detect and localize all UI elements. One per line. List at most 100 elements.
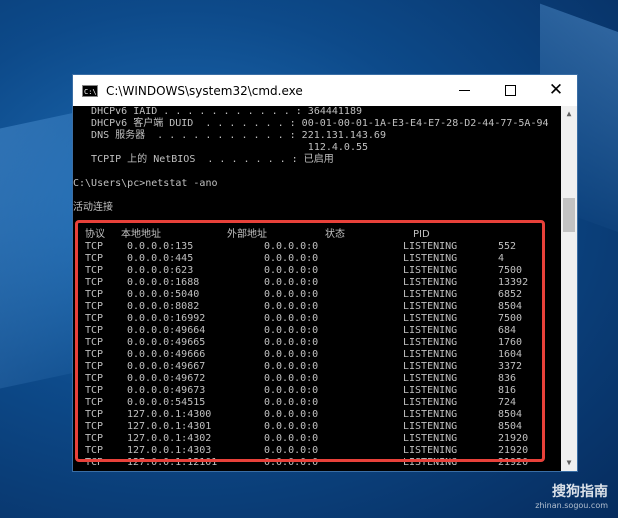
scroll-up-icon[interactable]: ▲ [561,106,577,122]
cell-state: LISTENING [403,277,458,288]
close-button[interactable]: ✕ [533,75,577,106]
cell-local: 0.0.0.0:49666 [127,349,206,360]
cell-pid: 1760 [498,337,523,348]
cell-proto: TCP [85,349,104,360]
cell-foreign: 0.0.0.0:0 [264,397,319,408]
console-line: C:\Users\pc>netstat -ano [73,178,218,189]
cell-local: 127.0.0.1:12101 [127,457,218,468]
cell-state: LISTENING [403,385,458,396]
close-icon: ✕ [548,80,564,100]
table-header-foreign: 外部地址 [227,229,267,240]
cell-pid: 7500 [498,313,523,324]
minimize-icon [458,90,470,91]
cell-proto: TCP [85,325,104,336]
cell-pid: 21920 [498,445,529,456]
cell-foreign: 0.0.0.0:0 [264,277,319,288]
cell-state: LISTENING [403,457,458,468]
cell-proto: TCP [85,421,104,432]
vertical-scrollbar[interactable]: ▲ ▼ [561,106,577,471]
cell-pid: 8504 [498,409,523,420]
cell-state: LISTENING [403,325,458,336]
watermark: 搜狗指南 zhinan.sogou.com [535,481,608,510]
console-line: DNS 服务器 . . . . . . . . . . . : 221.131.… [73,130,386,141]
cell-state: LISTENING [403,253,458,264]
cell-local: 0.0.0.0:49664 [127,325,206,336]
minimize-button[interactable] [441,75,487,106]
cell-state: LISTENING [403,241,458,252]
cell-foreign: 0.0.0.0:0 [264,349,319,360]
cell-proto: TCP [85,457,104,468]
cell-local: 0.0.0.0:16992 [127,313,206,324]
cell-pid: 836 [498,373,517,384]
table-header-pid: PID [413,229,430,240]
cell-foreign: 0.0.0.0:0 [264,301,319,312]
cell-proto: TCP [85,397,104,408]
console-line: 112.4.0.55 [73,142,369,153]
watermark-brand: 搜狗指南 [552,484,608,500]
cell-proto: TCP [85,385,104,396]
cell-state: LISTENING [403,433,458,444]
cell-state: LISTENING [403,289,458,300]
cell-foreign: 0.0.0.0:0 [264,253,319,264]
cell-foreign: 0.0.0.0:0 [264,337,319,348]
cell-pid: 816 [498,385,517,396]
cell-local: 127.0.0.1:4301 [127,421,212,432]
cell-pid: 684 [498,325,517,336]
cell-foreign: 0.0.0.0:0 [264,313,319,324]
cell-proto: TCP [85,409,104,420]
cell-local: 0.0.0.0:445 [127,253,194,264]
cell-pid: 6852 [498,289,523,300]
cell-state: LISTENING [403,421,458,432]
cell-pid: 552 [498,241,517,252]
maximize-button[interactable] [487,75,533,106]
cell-foreign: 0.0.0.0:0 [264,241,319,252]
console-line: DHCPv6 客户端 DUID . . . . . . . : 00-01-00… [73,118,549,129]
cell-pid: 7500 [498,265,523,276]
cell-proto: TCP [85,241,104,252]
cell-foreign: 0.0.0.0:0 [264,325,319,336]
cell-local: 0.0.0.0:623 [127,265,194,276]
console-line: TCPIP 上的 NetBIOS . . . . . . . : 已启用 [73,154,334,165]
console-line: 活动连接 [73,202,113,213]
table-header-local: 本地地址 [121,229,161,240]
console-output[interactable]: DHCPv6 IAID . . . . . . . . . . . : 3644… [73,106,563,471]
cell-local: 127.0.0.1:4302 [127,433,212,444]
cell-state: LISTENING [403,373,458,384]
scroll-down-icon[interactable]: ▼ [561,455,577,471]
cell-pid: 1604 [498,349,523,360]
cell-foreign: 0.0.0.0:0 [264,445,319,456]
cell-pid: 4 [498,253,505,264]
title-bar[interactable]: C:\ C:\WINDOWS\system32\cmd.exe ✕ [73,75,577,106]
cell-local: 0.0.0.0:49665 [127,337,206,348]
cell-state: LISTENING [403,313,458,324]
cell-proto: TCP [85,445,104,456]
scroll-thumb[interactable] [563,198,575,232]
cell-foreign: 0.0.0.0:0 [264,385,319,396]
cell-proto: TCP [85,265,104,276]
cell-local: 0.0.0.0:49672 [127,373,206,384]
window-title: C:\WINDOWS\system32\cmd.exe [106,83,303,98]
cell-local: 0.0.0.0:5040 [127,289,200,300]
cell-pid: 21920 [498,433,529,444]
cmd-window[interactable]: C:\ C:\WINDOWS\system32\cmd.exe ✕ DHCPv6… [72,74,578,472]
cell-local: 0.0.0.0:49673 [127,385,206,396]
cell-local: 127.0.0.1:4303 [127,445,212,456]
cell-proto: TCP [85,373,104,384]
cell-foreign: 0.0.0.0:0 [264,361,319,372]
cell-proto: TCP [85,253,104,264]
watermark-url: zhinan.sogou.com [535,501,608,510]
maximize-icon [504,85,516,96]
cell-local: 0.0.0.0:49667 [127,361,206,372]
cell-foreign: 0.0.0.0:0 [264,289,319,300]
cell-pid: 724 [498,397,517,408]
cell-pid: 13392 [498,277,529,288]
cell-local: 0.0.0.0:54515 [127,397,206,408]
cell-local: 0.0.0.0:1688 [127,277,200,288]
table-header-proto: 协议 [85,229,105,240]
console-line: DHCPv6 IAID . . . . . . . . . . . : 3644… [73,106,362,117]
cell-pid: 8504 [498,421,523,432]
cell-proto: TCP [85,337,104,348]
cell-foreign: 0.0.0.0:0 [264,421,319,432]
cell-pid: 21920 [498,457,529,468]
cmd-app-icon: C:\ [82,84,98,97]
